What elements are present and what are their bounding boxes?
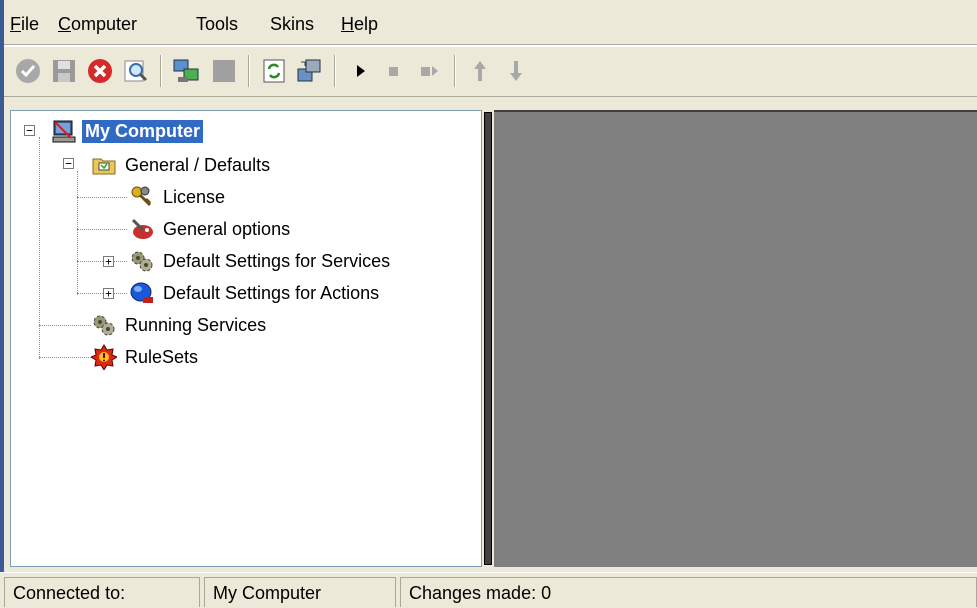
connect-button[interactable] bbox=[170, 55, 202, 87]
tree-item-default-services[interactable]: Default Settings for Services bbox=[129, 247, 393, 275]
tree-line bbox=[77, 293, 127, 295]
toolbar-separator bbox=[454, 55, 456, 87]
tree-item-my-computer[interactable]: My Computer bbox=[51, 117, 205, 145]
tree-item-label: General options bbox=[163, 218, 291, 239]
play-button[interactable] bbox=[344, 55, 376, 87]
menu-help[interactable]: Help bbox=[339, 12, 380, 36]
tree-item-label: My Computer bbox=[80, 118, 205, 144]
move-down-button[interactable] bbox=[500, 55, 532, 87]
step-icon bbox=[421, 66, 438, 76]
connect-icon bbox=[173, 59, 199, 82]
menu-file[interactable]: File bbox=[8, 12, 41, 36]
toolbar-border bbox=[4, 96, 977, 107]
tree-item-label: General / Defaults bbox=[125, 154, 271, 175]
refresh-button[interactable] bbox=[258, 55, 290, 87]
toolbar-separator bbox=[248, 55, 250, 87]
status-bar: Connected to: My Computer Changes made: … bbox=[0, 572, 977, 607]
tree-item-label: Default Settings for Actions bbox=[163, 282, 380, 303]
computer-icon bbox=[51, 118, 77, 144]
tree-item-license[interactable]: License bbox=[129, 183, 228, 211]
tree-item-label: RuleSets bbox=[125, 346, 199, 367]
delete-button[interactable] bbox=[84, 55, 116, 87]
gears-icon bbox=[129, 248, 155, 274]
actions-icon bbox=[129, 280, 155, 306]
detail-pane bbox=[494, 110, 977, 567]
menu-bar: File Computer Tools Skins Help bbox=[4, 0, 977, 44]
move-up-button[interactable] bbox=[464, 55, 496, 87]
tree-line bbox=[77, 261, 127, 263]
menu-skins[interactable]: Skins bbox=[268, 12, 316, 36]
tree-item-running-services[interactable]: Running Services bbox=[91, 311, 269, 339]
tree-line bbox=[39, 357, 91, 359]
status-computer: My Computer bbox=[204, 577, 396, 607]
stop-icon bbox=[389, 67, 398, 76]
tree-item-rulesets[interactable]: RuleSets bbox=[91, 343, 201, 371]
menu-computer[interactable]: Computer bbox=[56, 12, 139, 36]
services-icon bbox=[297, 59, 321, 82]
key-icon bbox=[129, 184, 155, 210]
toolbar-separator bbox=[334, 55, 336, 87]
find-button[interactable] bbox=[120, 55, 152, 87]
tree-line bbox=[39, 325, 91, 327]
find-icon bbox=[124, 60, 148, 82]
check-button[interactable] bbox=[12, 55, 44, 87]
move-up-icon bbox=[474, 61, 486, 81]
splitter-handle[interactable] bbox=[484, 112, 492, 565]
toolbar-separator bbox=[160, 55, 162, 87]
save-icon bbox=[53, 60, 75, 82]
folder-icon bbox=[91, 152, 117, 178]
tree-line bbox=[77, 171, 79, 295]
expand-services-toggle[interactable]: + bbox=[103, 256, 114, 267]
play-icon bbox=[357, 65, 365, 77]
step-button[interactable] bbox=[414, 55, 446, 87]
tree-item-default-actions[interactable]: Default Settings for Actions bbox=[129, 279, 382, 307]
move-down-icon bbox=[510, 61, 522, 81]
delete-icon bbox=[88, 59, 112, 83]
status-connected-label: Connected to: bbox=[4, 577, 200, 607]
collapse-root-toggle[interactable]: − bbox=[24, 125, 35, 136]
disconnect-button[interactable] bbox=[208, 55, 240, 87]
toolbar bbox=[4, 47, 977, 95]
save-button[interactable] bbox=[48, 55, 80, 87]
tree-item-general-options[interactable]: General options bbox=[129, 215, 293, 243]
status-changes: Changes made: 0 bbox=[400, 577, 977, 607]
check-icon bbox=[16, 59, 40, 83]
gears-icon bbox=[91, 312, 117, 338]
tree-panel[interactable]: − − + + My Computer General / Defaults L… bbox=[10, 110, 482, 567]
tree-item-label: License bbox=[163, 186, 226, 207]
stop-button[interactable] bbox=[378, 55, 410, 87]
options-icon bbox=[129, 216, 155, 242]
tree-item-label: Running Services bbox=[125, 314, 267, 335]
tree-line bbox=[77, 197, 127, 199]
rules-icon bbox=[91, 344, 117, 370]
collapse-general-toggle[interactable]: − bbox=[63, 158, 74, 169]
tree-item-general-defaults[interactable]: General / Defaults bbox=[91, 151, 273, 179]
disconnect-icon bbox=[213, 60, 235, 82]
services-button[interactable] bbox=[294, 55, 326, 87]
tree-item-label: Default Settings for Services bbox=[163, 250, 391, 271]
refresh-icon bbox=[263, 59, 285, 83]
tree-line bbox=[77, 229, 127, 231]
menu-tools[interactable]: Tools bbox=[194, 12, 240, 36]
expand-actions-toggle[interactable]: + bbox=[103, 288, 114, 299]
